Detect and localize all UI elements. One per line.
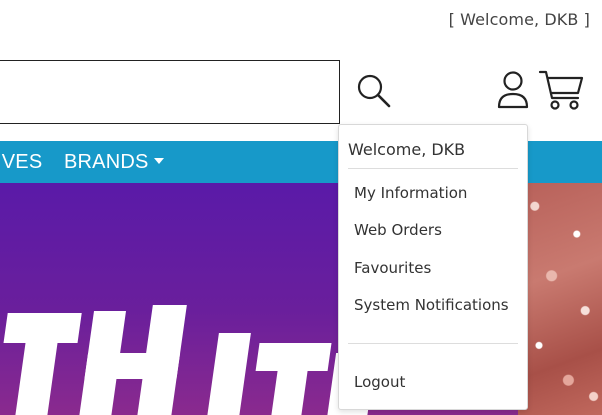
menu-divider [348,168,518,169]
logout-link[interactable]: Logout [354,373,405,391]
user-icon [497,71,529,109]
hero-glitter [518,183,602,415]
menu-divider [348,343,518,344]
menu-item-my-information[interactable]: My Information [354,184,467,202]
chevron-down-icon [153,158,164,164]
menu-item-favourites[interactable]: Favourites [354,259,431,277]
search-icon [357,74,391,108]
search-button[interactable] [355,72,393,110]
account-dropdown-menu: Welcome, DKB My Information Web Orders F… [338,124,528,410]
nav-item-brands[interactable]: BRANDS [64,151,164,174]
account-button[interactable] [496,70,530,110]
menu-item-web-orders[interactable]: Web Orders [354,221,442,239]
welcome-top-text: [ Welcome, DKB ] [448,10,590,29]
account-menu-header: Welcome, DKB [348,140,466,159]
search-input[interactable] [0,60,340,124]
nav-item-partial[interactable]: IVES [0,151,42,174]
cart-icon [538,70,584,110]
cart-button[interactable] [538,68,584,112]
menu-item-system-notifications[interactable]: System Notifications [354,296,509,314]
nav-item-brands-label: BRANDS [64,151,149,173]
